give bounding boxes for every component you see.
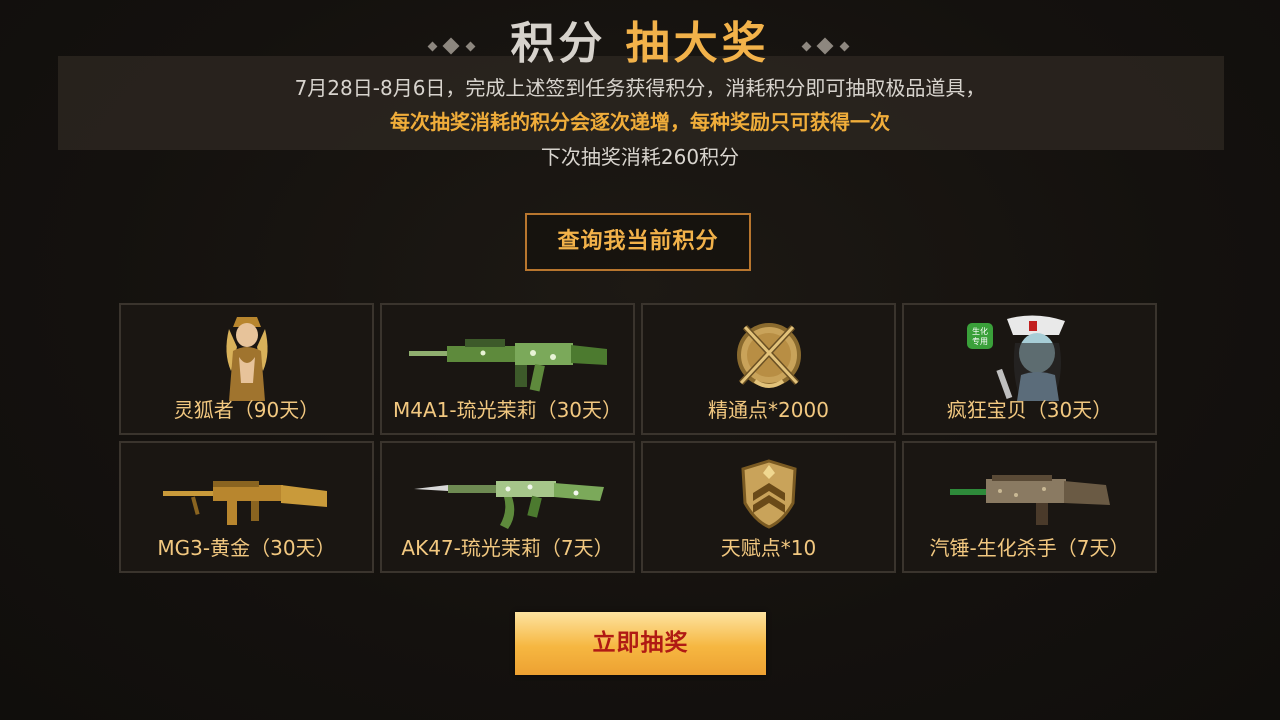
character-fox-icon	[121, 313, 372, 401]
prize-label: 灵狐者（90天）	[173, 398, 320, 422]
character-nurse-icon: 生化 专用	[904, 313, 1155, 401]
prize-cell: 汽锤-生化杀手（7天）	[902, 441, 1157, 573]
lottery-page: 积分 抽大奖 7月28日-8月6日，完成上述签到任务获得积分，消耗积分即可抽取极…	[0, 0, 1280, 720]
prize-cell: M4A1-琉光茉莉（30天）	[380, 303, 635, 435]
diamond-decoration-right-icon	[797, 33, 857, 59]
prize-label: 精通点*2000	[708, 398, 829, 422]
title-part2: 抽大奖	[625, 18, 770, 69]
rifle-m4a1-icon	[382, 313, 633, 401]
query-points-button[interactable]: 查询我当前积分	[525, 213, 751, 271]
prize-label: 天赋点*10	[720, 536, 817, 560]
shotgun-icon	[904, 451, 1155, 539]
page-title: 积分 抽大奖	[0, 14, 1280, 74]
prize-cell: 灵狐者（90天）	[119, 303, 374, 435]
event-rule-highlight: 每次抽奖消耗的积分会逐次递增，每种奖励只可获得一次	[390, 110, 890, 134]
talent-badge-icon	[643, 451, 894, 539]
prize-label: 疯狂宝贝（30天）	[946, 398, 1113, 422]
diamond-decoration-left-icon	[423, 33, 483, 59]
event-description: 7月28日-8月6日，完成上述签到任务获得积分，消耗积分即可抽取极品道具，	[294, 76, 986, 100]
prize-label: AK47-琉光茉莉（7天）	[401, 536, 614, 560]
prize-cell: MG3-黄金（30天）	[119, 441, 374, 573]
prize-cell: 天赋点*10	[641, 441, 896, 573]
svg-text:专用: 专用	[972, 336, 988, 346]
prize-cell: 生化 专用 疯狂宝贝（30天）	[902, 303, 1157, 435]
prize-label: 汽锤-生化杀手（7天）	[929, 536, 1130, 560]
svg-text:生化: 生化	[972, 326, 988, 336]
prize-label: MG3-黄金（30天）	[157, 536, 336, 560]
prize-cell: 精通点*2000	[641, 303, 896, 435]
mastery-badge-icon	[643, 313, 894, 401]
next-draw-cost: 下次抽奖消耗260积分	[540, 145, 740, 169]
prize-cell: AK47-琉光茉莉（7天）	[380, 441, 635, 573]
draw-now-button[interactable]: 立即抽奖	[515, 612, 766, 675]
prize-label: M4A1-琉光茉莉（30天）	[392, 398, 623, 422]
machine-gun-icon	[121, 451, 372, 539]
rifle-ak47-icon	[382, 451, 633, 539]
title-part1: 积分	[510, 18, 607, 69]
